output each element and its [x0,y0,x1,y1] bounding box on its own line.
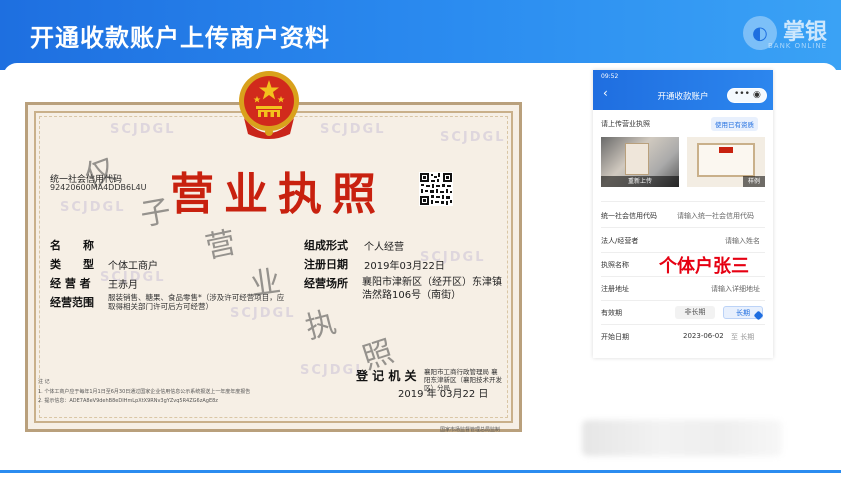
license-address-label: 经营场所 [304,277,348,290]
divider [601,276,765,277]
divider [601,227,765,228]
watermark: SCJDGL [320,122,386,137]
license-type-label: 类 型 [50,258,94,271]
divider [601,324,765,325]
license-name-input[interactable]: 个体户张三 [659,252,749,278]
bottom-divider [0,470,841,473]
license-address-value: 襄阳市津新区（经开区）东津镇浩然路106号（南街） [362,277,502,301]
register-address-row-label: 注册地址 [601,285,629,293]
handwriting-char: 业 [248,264,283,303]
validity-non-long-term-option[interactable]: 非长期 [675,306,715,319]
sample-caption: 样例 [743,176,765,187]
license-type-value: 个体工商户 [108,261,158,272]
page-title: 开通收款账户上传商户资料 [30,24,330,52]
qr-code-icon [419,172,453,206]
legal-person-row-label: 法人/经营者 [601,237,639,245]
license-form-value: 个人经营 [364,242,404,253]
mini-program-capsule[interactable]: ••• ◉ [727,88,767,103]
national-emblem-icon [239,71,299,139]
license-footer-code: 国家市场监督管理总局监制 [440,427,501,433]
footnote-2: 2. 提示信息：ADE7A8eV9dehB8eDIHmLpXtX9RNv3gYZ… [38,398,218,404]
credit-code-input[interactable]: 请输入统一社会信用代码 [677,211,754,221]
close-circle-icon[interactable]: ◉ [753,90,761,100]
legal-person-input[interactable]: 请输入姓名 [725,236,760,246]
use-existing-button[interactable]: 使用已有资质 [711,117,758,131]
license-operator-value: 王赤月 [108,280,138,291]
thumbnail-license [625,143,649,175]
brand-name: 掌银 [782,20,827,45]
sample-license-thumbnail[interactable]: 样例 [687,137,765,187]
upload-license-label: 请上传营业执照 [601,120,650,128]
sample-license-title-mark [719,147,733,153]
watermark: SCJDGL [440,130,506,145]
license-form-label: 组成形式 [304,239,348,252]
blurred-region [582,420,782,456]
start-date-row-label: 开始日期 [601,333,629,341]
license-reg-date-value: 2019年03月22日 [364,261,445,272]
license-name-row-label: 执照名称 [601,261,629,269]
watermark: SCJDGL [60,200,126,215]
footnote-1: 1. 个体工商户应于每年1月1日至6月30日通过国家企业信用信息公示系统报送上一… [38,389,251,395]
validity-row-label: 有效期 [601,309,622,317]
reupload-caption[interactable]: 重新上传 [601,176,679,187]
phone-nav-bar: 09:52 ‹ 开通收款账户 ••• ◉ [593,70,773,110]
phone-mockup: 09:52 ‹ 开通收款账户 ••• ◉ 请上传营业执照 使用已有资质 重新上传… [593,70,773,358]
license-title: 营业执照 [170,169,386,220]
registration-authority-label: 登 记 机 关 [356,369,417,383]
watermark: SCJDGL [110,122,176,137]
divider [601,201,765,202]
license-scope-label: 经营范围 [50,296,94,309]
brand-subtitle: BANK ONLINE [767,42,827,50]
footnote-title: 注 记 [38,379,50,385]
license-operator-label: 经 营 者 [50,277,91,290]
start-date-picker[interactable]: 2023-06-02 [683,332,724,340]
header-banner: 开通收款账户上传商户资料 ◐ 掌银 BANK ONLINE [0,0,841,70]
status-time: 09:52 [601,73,619,80]
credit-code-row-label: 统一社会信用代码 [601,212,657,220]
divider [601,300,765,301]
uploaded-license-thumbnail[interactable]: 重新上传 [601,137,679,187]
issue-date: 2019 年 03月22 日 [398,389,489,400]
register-address-input[interactable]: 请输入详细地址 [711,284,760,294]
end-date-picker[interactable]: 至 长期 [731,332,754,342]
more-dots-icon[interactable]: ••• [734,89,750,99]
license-reg-date-label: 注册日期 [304,258,348,271]
license-name-label: 名 称 [50,239,94,252]
